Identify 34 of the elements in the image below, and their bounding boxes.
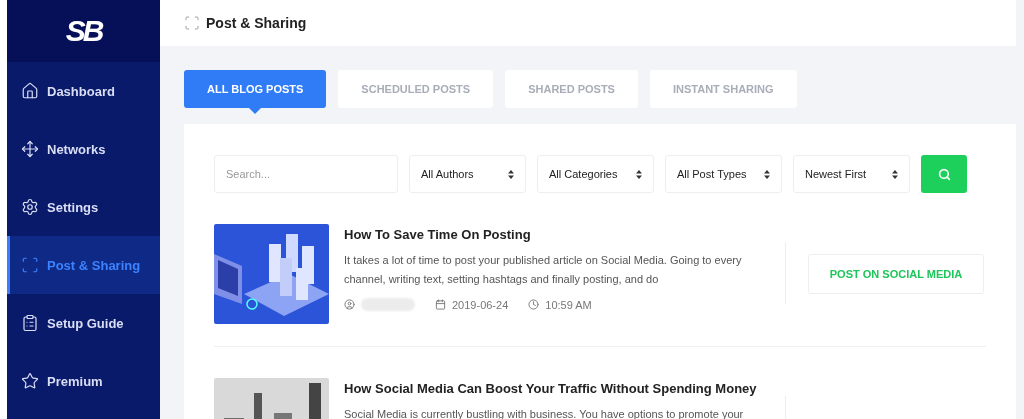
- move-arrows-icon: [21, 140, 39, 158]
- clock-icon: [528, 299, 540, 310]
- sidebar-item[interactable]: Setup Guide: [7, 294, 160, 352]
- gear-icon: [21, 198, 39, 216]
- user-icon: [344, 299, 355, 310]
- filter-select[interactable]: All Post Types: [665, 155, 782, 193]
- search-button[interactable]: [921, 155, 967, 193]
- sort-caret-icon: [892, 169, 898, 179]
- home-icon: [21, 82, 39, 100]
- post-date: 2019-06-24: [452, 298, 509, 311]
- sort-caret-icon: [636, 169, 642, 179]
- filter-select[interactable]: All Categories: [537, 155, 654, 193]
- frame-corners-icon: [21, 256, 39, 274]
- post-excerpt: It takes a lot of time to post your published article on Social Media. Going to every channel, writing text, setting hashtags and finally posting, and do: [344, 253, 743, 287]
- sidebar-item[interactable]: Dashboard: [7, 62, 160, 120]
- sort-caret-icon: [764, 169, 770, 179]
- post-title[interactable]: How To Save Time On Posting: [344, 227, 769, 242]
- star-icon: [21, 372, 39, 390]
- page-title: Post & Sharing: [206, 15, 307, 31]
- sidebar-item[interactable]: Networks: [7, 120, 160, 178]
- clipboard-icon: [21, 314, 39, 332]
- search-icon: [937, 167, 951, 181]
- sidebar-item[interactable]: Premium: [7, 352, 160, 410]
- logo: SB: [65, 14, 102, 48]
- sort-caret-icon: [508, 169, 514, 179]
- post-title[interactable]: How Social Media Can Boost Your Traffic Without Spending Money: [344, 381, 769, 396]
- post-time: 10:59 AM: [545, 298, 592, 311]
- search-field[interactable]: Search...: [214, 155, 398, 193]
- filter-select[interactable]: All Authors: [409, 155, 526, 193]
- tab-pointer-icon: [249, 108, 262, 114]
- frame-corners-icon: [184, 15, 200, 31]
- calendar-icon: [435, 299, 446, 310]
- sidebar-item[interactable]: Settings: [7, 178, 160, 236]
- filter-select[interactable]: Newest First: [793, 155, 910, 193]
